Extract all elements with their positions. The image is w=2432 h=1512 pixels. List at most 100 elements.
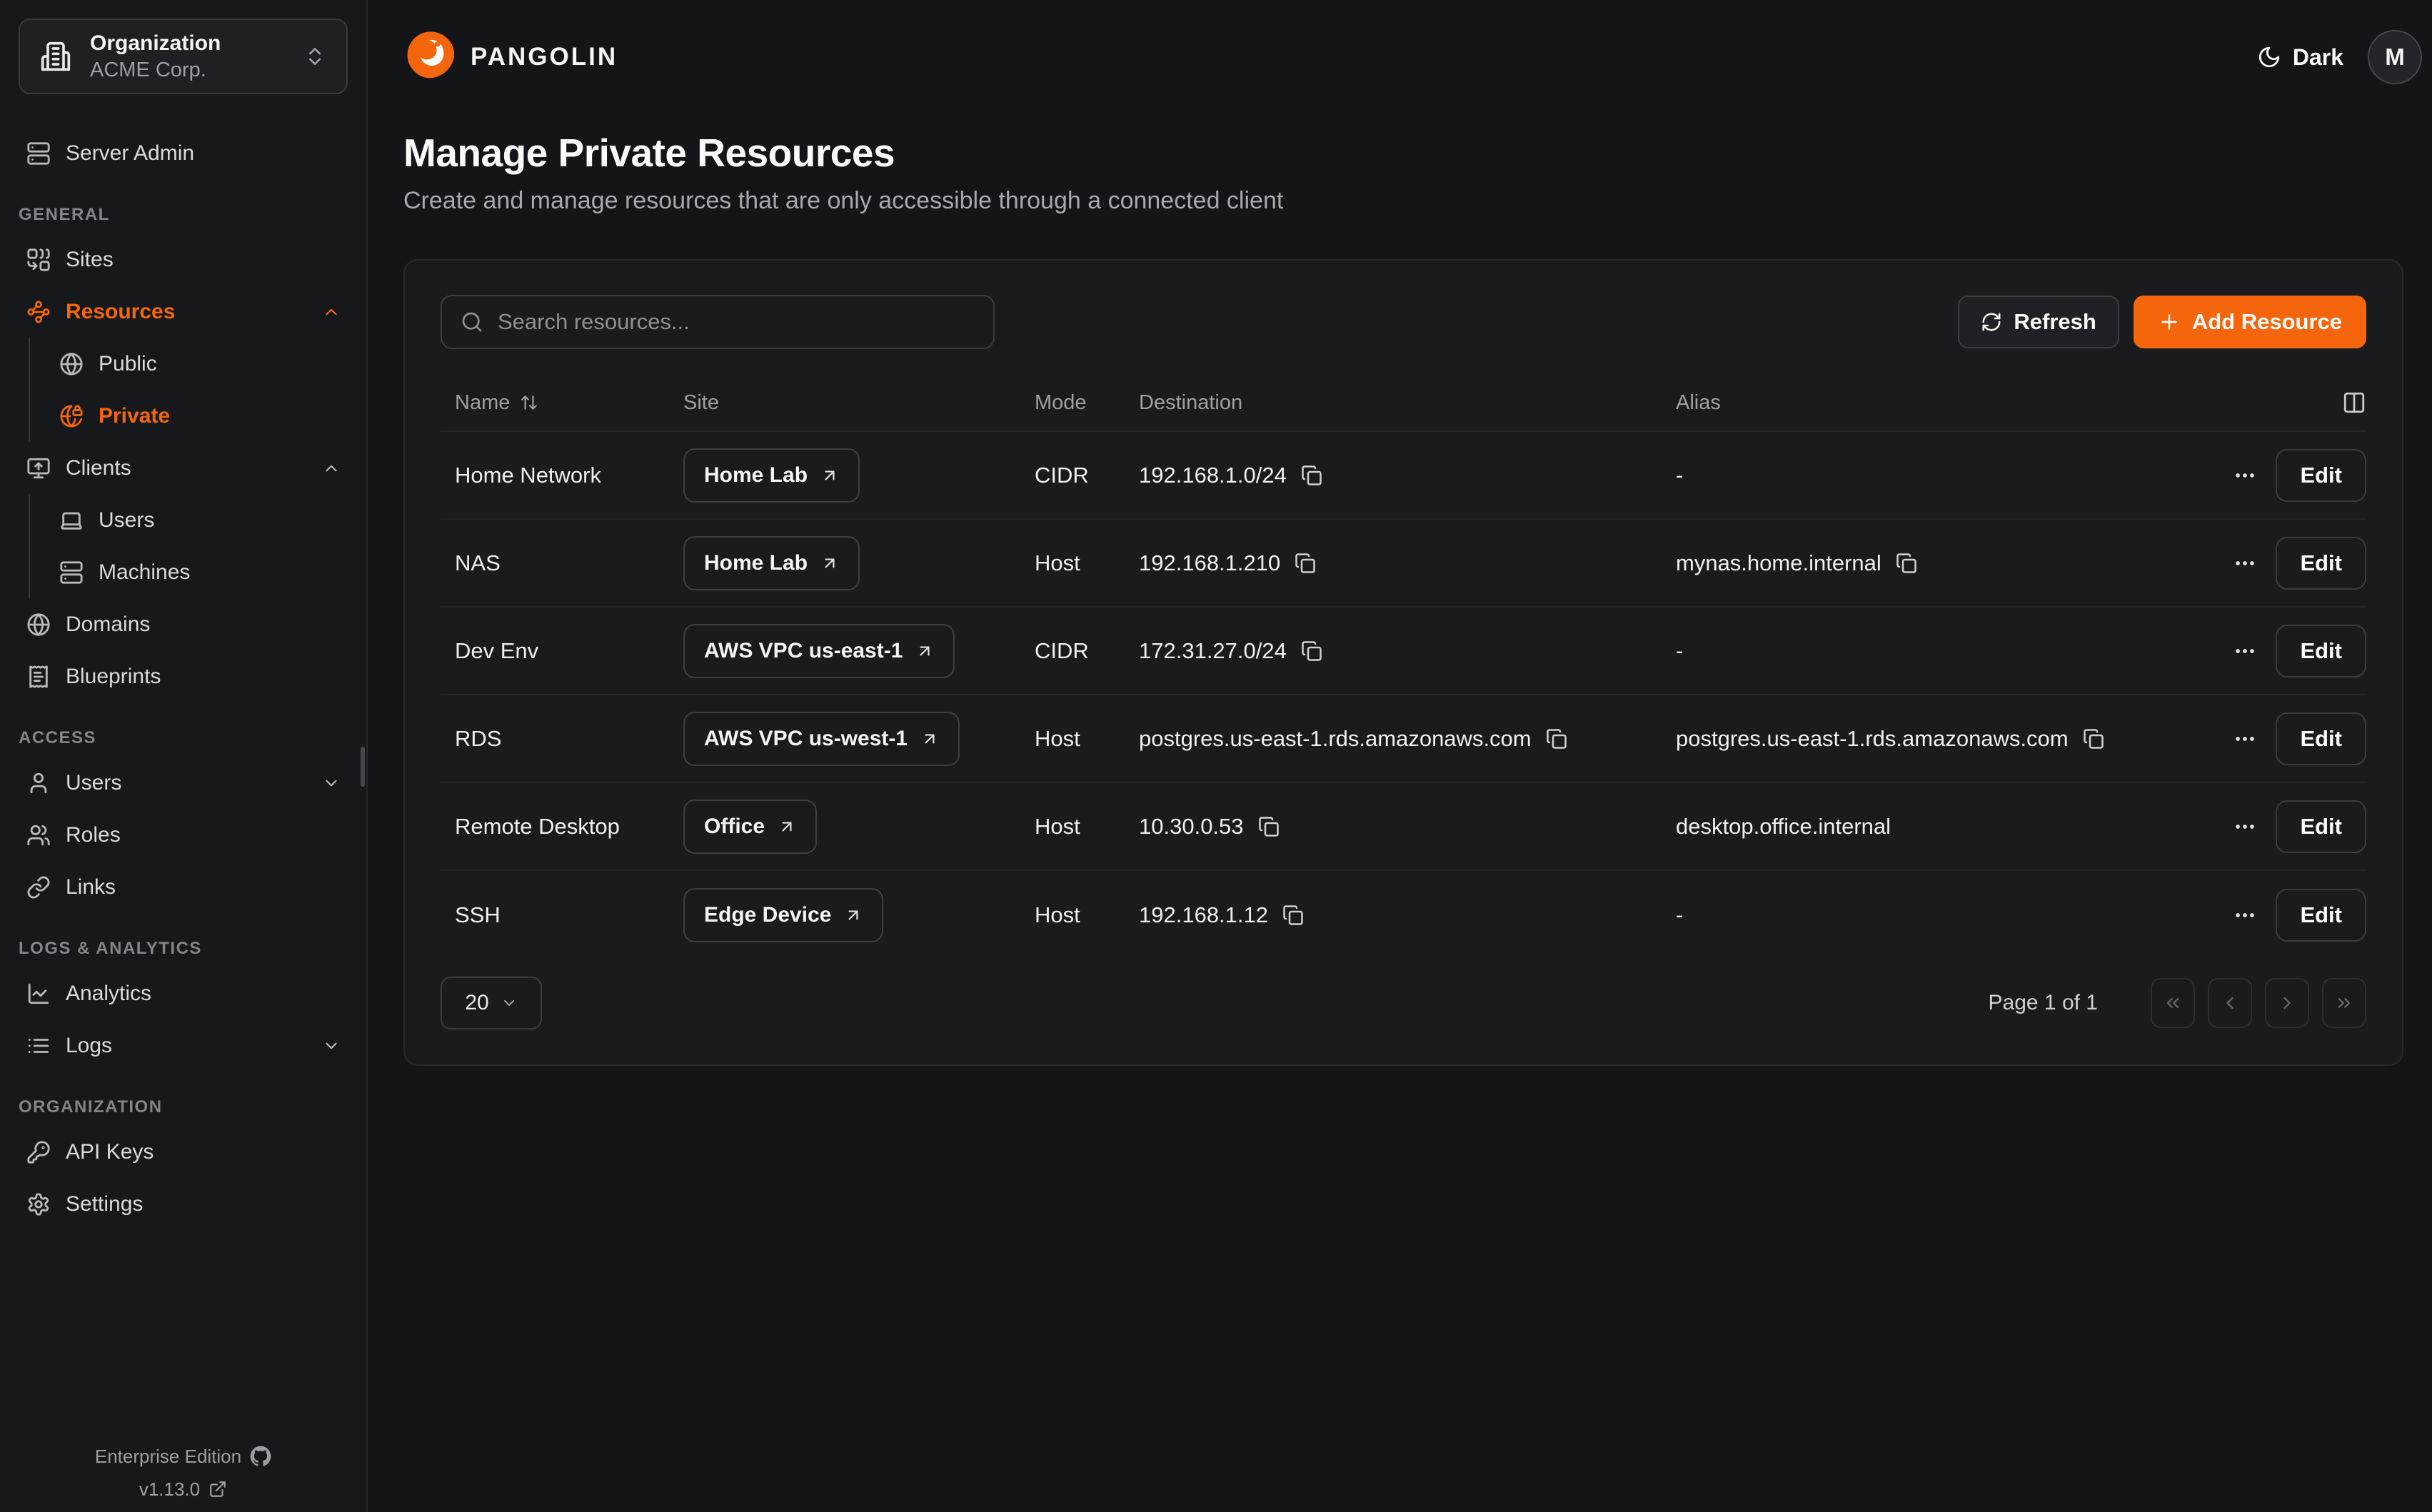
- page-size-select[interactable]: 20: [441, 977, 542, 1029]
- mode-value: CIDR: [1035, 638, 1139, 664]
- nav-section-organization: ORGANIZATION: [19, 1089, 348, 1126]
- github-icon[interactable]: [250, 1446, 271, 1467]
- destination-value: postgres.us-east-1.rds.amazonaws.com: [1139, 726, 1532, 752]
- table-row: NASHome LabHost192.168.1.210mynas.home.i…: [441, 520, 2366, 608]
- alias-value: desktop.office.internal: [1676, 814, 1891, 840]
- sort-icon[interactable]: [520, 393, 538, 412]
- edit-button[interactable]: Edit: [2276, 449, 2366, 502]
- sidebar-item-label: Private: [99, 404, 170, 428]
- edit-button[interactable]: Edit: [2276, 712, 2366, 765]
- edit-button[interactable]: Edit: [2276, 800, 2366, 853]
- row-menu-button[interactable]: [2233, 903, 2257, 927]
- avatar[interactable]: M: [2368, 30, 2422, 84]
- sidebar-item-logs[interactable]: Logs: [19, 1019, 348, 1072]
- copy-destination-button[interactable]: [1295, 553, 1316, 574]
- arrow-up-right-icon: [778, 817, 796, 836]
- table-body: Home NetworkHome LabCIDR192.168.1.0/24-E…: [441, 432, 2366, 959]
- globe-icon: [59, 352, 84, 376]
- sidebar-item-api-keys[interactable]: API Keys: [19, 1126, 348, 1178]
- edit-button[interactable]: Edit: [2276, 537, 2366, 590]
- sidebar-item-resources[interactable]: Resources: [19, 286, 348, 338]
- sidebar-item-roles[interactable]: Roles: [19, 809, 348, 861]
- site-link[interactable]: AWS VPC us-west-1: [683, 712, 960, 766]
- add-resource-label: Add Resource: [2192, 309, 2342, 335]
- key-icon: [26, 1140, 51, 1164]
- sidebar-item-settings[interactable]: Settings: [19, 1178, 348, 1230]
- row-menu-button[interactable]: [2233, 463, 2257, 488]
- refresh-button[interactable]: Refresh: [1958, 296, 2119, 348]
- site-name: Edge Device: [704, 903, 831, 927]
- alias-value: mynas.home.internal: [1676, 550, 1881, 576]
- monitor-up-icon: [26, 456, 51, 480]
- chevron-up-icon: [322, 303, 341, 321]
- globe-lock-icon: [59, 404, 84, 428]
- row-menu-button[interactable]: [2233, 551, 2257, 575]
- users-icon: [26, 823, 51, 847]
- sidebar-item-machines[interactable]: Machines: [19, 546, 348, 598]
- sidebar-item-label: Settings: [66, 1192, 143, 1216]
- prev-page-button[interactable]: [2208, 978, 2252, 1028]
- sidebar-item-label: Clients: [66, 456, 131, 480]
- copy-destination-button[interactable]: [1301, 640, 1322, 662]
- main-area: PANGOLIN Dark M Manage Private Resources…: [368, 0, 2432, 1512]
- sidebar-item-users[interactable]: Users: [19, 494, 348, 546]
- sidebar-item-links[interactable]: Links: [19, 861, 348, 913]
- next-page-button[interactable]: [2265, 978, 2309, 1028]
- sidebar-item-domains[interactable]: Domains: [19, 598, 348, 650]
- site-link[interactable]: Home Lab: [683, 536, 860, 590]
- row-menu-button[interactable]: [2233, 727, 2257, 751]
- sidebar-item-server-admin[interactable]: Server Admin: [19, 127, 348, 179]
- copy-destination-button[interactable]: [1546, 728, 1567, 750]
- version-line[interactable]: v1.13.0: [0, 1473, 366, 1505]
- columns-toggle-icon[interactable]: [2342, 390, 2366, 415]
- refresh-icon: [1981, 311, 2002, 333]
- resource-name: Remote Desktop: [441, 814, 683, 840]
- sidebar-item-blueprints[interactable]: Blueprints: [19, 650, 348, 702]
- chevrons-right-icon: [2334, 993, 2354, 1013]
- table-row: RDSAWS VPC us-west-1Hostpostgres.us-east…: [441, 695, 2366, 783]
- sidebar-item-analytics[interactable]: Analytics: [19, 967, 348, 1019]
- edition-label: Enterprise Edition: [95, 1439, 241, 1473]
- copy-destination-button[interactable]: [1258, 816, 1280, 837]
- external-link-icon: [208, 1480, 227, 1498]
- row-menu-button[interactable]: [2233, 639, 2257, 663]
- sidebar-item-private[interactable]: Private: [19, 390, 348, 442]
- edit-button[interactable]: Edit: [2276, 889, 2366, 942]
- site-name: Home Lab: [704, 551, 808, 575]
- add-resource-button[interactable]: Add Resource: [2134, 296, 2366, 348]
- sidebar-item-public[interactable]: Public: [19, 338, 348, 390]
- org-selector-value: ACME Corp.: [90, 57, 285, 83]
- table-row: Dev EnvAWS VPC us-east-1CIDR172.31.27.0/…: [441, 608, 2366, 695]
- site-link[interactable]: Home Lab: [683, 448, 860, 503]
- copy-alias-button[interactable]: [1896, 553, 1917, 574]
- sidebar-item-label: Logs: [66, 1034, 112, 1058]
- copy-alias-button[interactable]: [2083, 728, 2104, 750]
- table-row: SSHEdge DeviceHost192.168.1.12-Edit: [441, 871, 2366, 959]
- theme-toggle[interactable]: Dark: [2257, 44, 2343, 71]
- sidebar-item-users[interactable]: Users: [19, 757, 348, 809]
- site-link[interactable]: Edge Device: [683, 888, 883, 942]
- sidebar-item-clients[interactable]: Clients: [19, 442, 348, 494]
- row-menu-button[interactable]: [2233, 815, 2257, 839]
- first-page-button[interactable]: [2151, 978, 2195, 1028]
- column-header-mode: Mode: [1035, 391, 1139, 415]
- edition-line: Enterprise Edition: [0, 1439, 366, 1473]
- sidebar-item-sites[interactable]: Sites: [19, 233, 348, 286]
- mode-value: CIDR: [1035, 463, 1139, 488]
- chevron-down-icon: [322, 774, 341, 792]
- sidebar: Organization ACME Corp. Server Admin GENE…: [0, 0, 368, 1512]
- org-selector[interactable]: Organization ACME Corp.: [19, 19, 348, 94]
- copy-destination-button[interactable]: [1301, 465, 1322, 486]
- edit-button[interactable]: Edit: [2276, 625, 2366, 677]
- search-input[interactable]: [498, 309, 975, 335]
- sidebar-scrollbar-thumb[interactable]: [361, 747, 365, 787]
- site-name: Home Lab: [704, 463, 808, 488]
- copy-destination-button[interactable]: [1282, 904, 1304, 926]
- link-icon: [26, 875, 51, 899]
- card-toolbar: Refresh Add Resource: [441, 295, 2366, 349]
- chevron-right-icon: [2277, 993, 2297, 1013]
- site-link[interactable]: Office: [683, 800, 817, 854]
- site-link[interactable]: AWS VPC us-east-1: [683, 624, 955, 678]
- last-page-button[interactable]: [2322, 978, 2366, 1028]
- nav-section-general: GENERAL: [19, 196, 348, 233]
